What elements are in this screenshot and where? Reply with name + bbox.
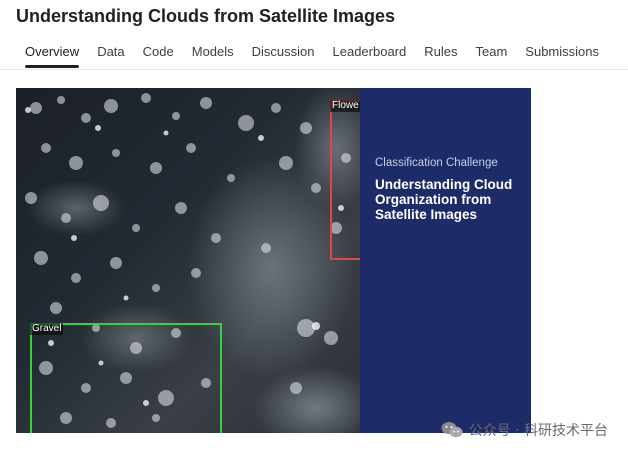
tab-submissions[interactable]: Submissions [516, 42, 608, 68]
flower-label: Flowe [330, 100, 361, 112]
tabs-divider [0, 69, 628, 70]
banner-kicker: Classification Challenge [375, 157, 498, 169]
tab-data[interactable]: Data [88, 42, 133, 68]
satellite-image: Flowe Gravel [16, 88, 370, 433]
tab-leaderboard[interactable]: Leaderboard [324, 42, 416, 68]
watermark-text: 公众号 · 科研技术平台 [468, 423, 608, 439]
banner-heading: Understanding Cloud Organization from Sa… [375, 177, 513, 222]
watermark: 公众号 · 科研技术平台 [441, 420, 608, 440]
wechat-icon [441, 422, 463, 438]
tab-team[interactable]: Team [467, 42, 517, 68]
tab-overview[interactable]: Overview [16, 42, 88, 68]
tab-models[interactable]: Models [183, 42, 243, 68]
page-title: Understanding Clouds from Satellite Imag… [16, 6, 396, 26]
gravel-bounding-box [30, 323, 222, 433]
tab-bar: Overview Data Code Models Discussion Lea… [16, 42, 628, 68]
tab-rules[interactable]: Rules [415, 42, 466, 68]
banner-title-panel: Classification Challenge Understanding C… [360, 88, 531, 433]
tab-code[interactable]: Code [134, 42, 183, 68]
tab-discussion[interactable]: Discussion [243, 42, 324, 68]
gravel-label: Gravel [30, 323, 64, 335]
competition-banner: Flowe Gravel Classification Challenge Un… [16, 88, 531, 433]
